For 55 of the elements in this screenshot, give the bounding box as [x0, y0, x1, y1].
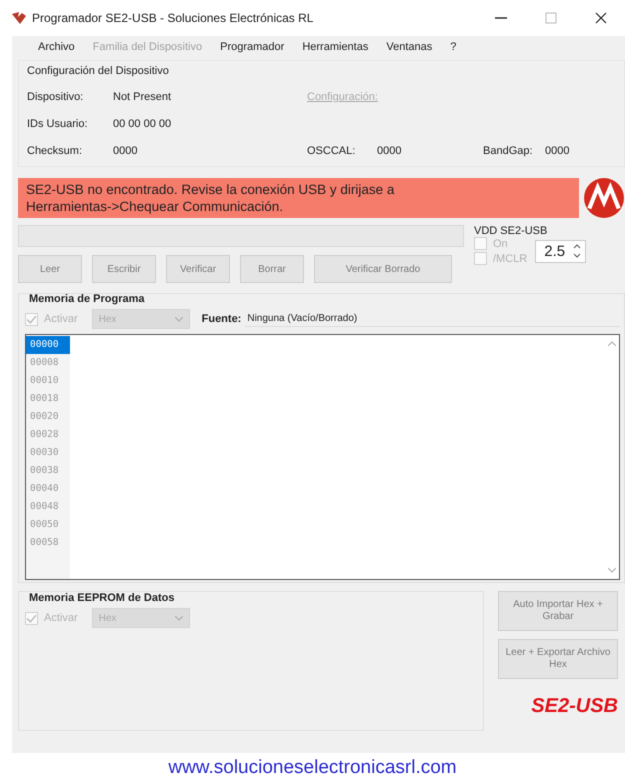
menu-item[interactable]: Herramientas: [302, 41, 368, 53]
group-title: Configuración del Dispositivo: [27, 65, 170, 77]
logo-icon: [583, 177, 625, 219]
address-cell[interactable]: 00020: [26, 408, 70, 426]
checkbox[interactable]: [25, 312, 38, 326]
field-label: OSCCAL:: [307, 145, 356, 157]
address-cell[interactable]: 00008: [26, 354, 70, 372]
app-icon: [12, 12, 26, 24]
address-cell[interactable]: 00000: [26, 336, 70, 354]
menu-item[interactable]: Programador: [220, 41, 284, 53]
field-label: BandGap:: [483, 145, 534, 157]
address-cell[interactable]: 00010: [26, 372, 70, 390]
field-label: Fuente:: [202, 313, 242, 325]
scroll-down-icon[interactable]: [608, 568, 616, 573]
field-label: Dispositivo:: [27, 91, 84, 103]
checkbox[interactable]: [474, 237, 487, 250]
field-value: 00 00 00 00: [113, 118, 172, 130]
checkbox[interactable]: [474, 252, 487, 265]
status-message: SE2-USB no encontrado. Revise la conexión USB y dirijase a Herramientas->Chequear Communicación.: [18, 178, 579, 218]
field-value: 0000: [113, 145, 138, 157]
group-title: Memoria de Programa: [28, 293, 146, 305]
checkbox[interactable]: [25, 612, 38, 624]
caret-icon: [174, 616, 183, 620]
address-cell[interactable]: 00058: [26, 534, 70, 552]
checkbox-label: /MCLR: [493, 252, 528, 264]
group-title: Memoria EEPROM de Datos: [28, 592, 174, 604]
close-icon[interactable]: [595, 12, 607, 24]
field-label: Checksum:: [27, 145, 84, 157]
window-title: Programador SE2-USB - Soluciones Electrónicas RL: [32, 11, 314, 25]
caret-icon: [174, 316, 183, 322]
address-cell[interactable]: 00048: [26, 498, 70, 516]
scroll-up-icon[interactable]: [608, 341, 616, 346]
field-value: 0000: [377, 145, 402, 157]
checkbox-label: Activar: [44, 313, 78, 325]
address-cell[interactable]: 00028: [26, 426, 70, 444]
address-cell[interactable]: 00040: [26, 480, 70, 498]
field-value: Not Present: [113, 91, 172, 103]
checkbox-label: Activar: [44, 612, 78, 624]
menu-item[interactable]: Archivo: [38, 41, 75, 53]
source-field: Ninguna (Vacío/Borrado): [245, 311, 620, 327]
voltage-spinner[interactable]: 2.5: [535, 240, 586, 262]
address-cell[interactable]: 00030: [26, 444, 70, 462]
address-cell[interactable]: 00018: [26, 390, 70, 408]
menu-item[interactable]: ?: [450, 41, 456, 53]
group-title: VDD SE2-USB: [474, 225, 548, 237]
config-link[interactable]: Configuración:: [307, 91, 378, 103]
maximize-icon[interactable]: [545, 12, 557, 24]
brand-label: SE2-USB: [531, 695, 618, 718]
menu-item[interactable]: Ventanas: [386, 41, 432, 53]
address-cell[interactable]: 00050: [26, 516, 70, 534]
website-link[interactable]: www.solucioneselectronicasrl.com: [168, 757, 457, 779]
field-value: 0000: [545, 145, 570, 157]
checkbox-label: On: [493, 238, 508, 250]
field-label: IDs Usuario:: [27, 118, 89, 130]
address-cell[interactable]: 00038: [26, 462, 70, 480]
